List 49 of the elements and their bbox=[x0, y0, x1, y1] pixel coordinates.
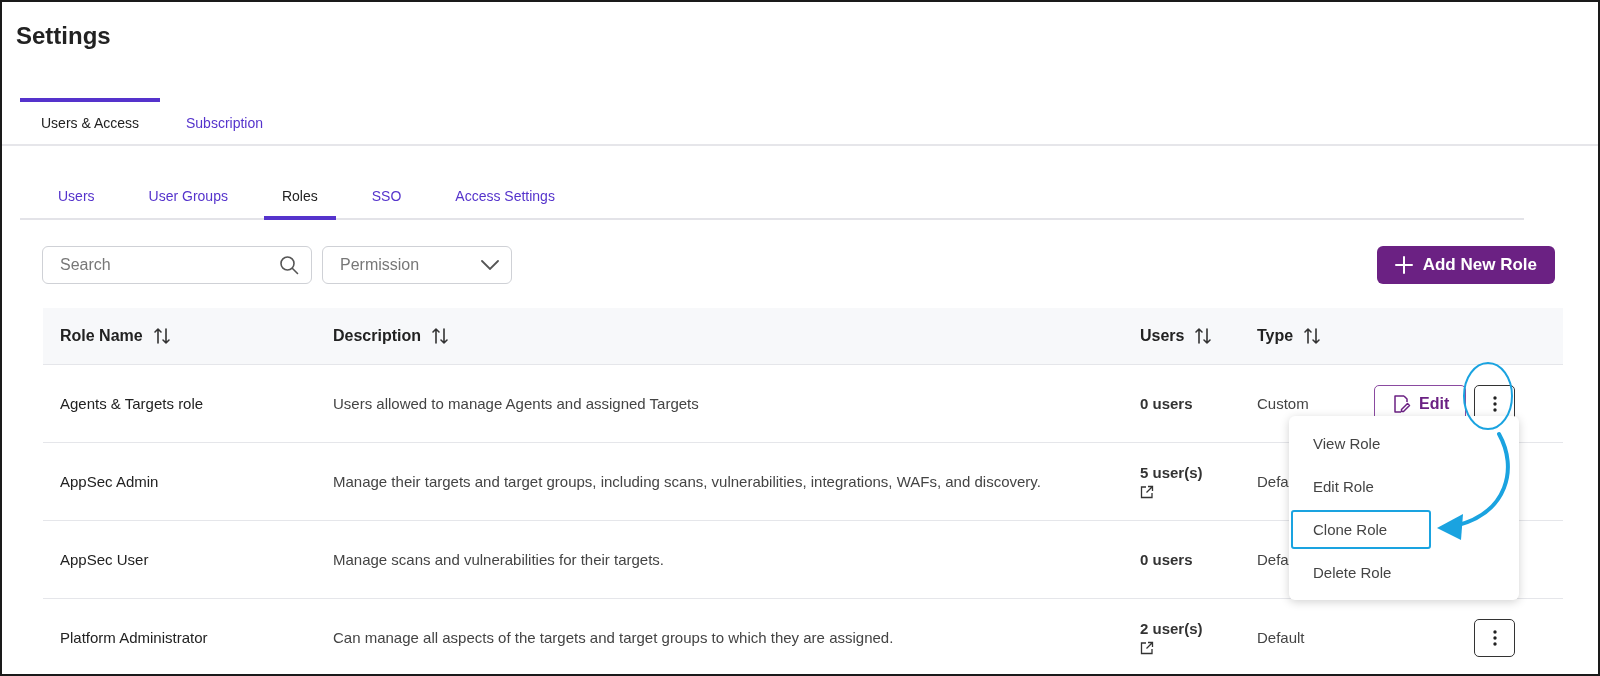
external-link-icon[interactable] bbox=[1140, 485, 1154, 499]
page-title: Settings bbox=[16, 22, 111, 50]
external-link-icon[interactable] bbox=[1140, 641, 1154, 655]
edit-document-icon bbox=[1391, 393, 1411, 414]
add-new-role-button[interactable]: Add New Role bbox=[1376, 246, 1555, 284]
tab[interactable]: Users & Access bbox=[20, 98, 160, 144]
sort-icon[interactable] bbox=[1303, 327, 1322, 345]
table-cell-text: Manage their targets and target groups, including scans, vulnerabilities, integrations, WAFs, and discovery. bbox=[333, 471, 1041, 492]
table-cell-text: Manage scans and vulnerabilities for their targets. bbox=[333, 549, 664, 570]
menu-item[interactable]: View Role bbox=[1291, 424, 1431, 463]
sort-icon[interactable] bbox=[1194, 327, 1213, 345]
plus-icon bbox=[1394, 256, 1413, 274]
chevron-down-icon bbox=[481, 260, 499, 270]
menu-item[interactable]: Delete Role bbox=[1291, 553, 1431, 592]
table-cell: Platform Administrator bbox=[60, 629, 208, 646]
table-cell: Custom bbox=[1257, 395, 1309, 412]
column-header: Type bbox=[1257, 327, 1294, 345]
table-cell: Defa bbox=[1257, 551, 1289, 568]
sub-tab[interactable]: User Groups bbox=[130, 176, 246, 220]
highlight-ellipse bbox=[1463, 362, 1513, 430]
table-cell: AppSec Admin bbox=[60, 473, 159, 490]
column-header: Users bbox=[1140, 327, 1185, 345]
more-options-button[interactable] bbox=[1474, 618, 1516, 657]
column-header: Description bbox=[333, 327, 421, 345]
menu-item[interactable]: Clone Role bbox=[1291, 510, 1431, 549]
table-cell: 5 user(s) bbox=[1140, 464, 1203, 481]
sub-tab[interactable]: Roles bbox=[263, 176, 336, 220]
table-cell: 2 user(s) bbox=[1140, 620, 1203, 637]
table-cell: Defa bbox=[1257, 473, 1289, 490]
table-cell: 0 users bbox=[1140, 395, 1193, 412]
table-cell-text: Can manage all aspects of the targets and target groups to which they are assigned. bbox=[333, 627, 894, 648]
sort-icon[interactable] bbox=[431, 327, 449, 345]
search-field[interactable]: Search bbox=[42, 246, 312, 284]
table-cell-text: Users allowed to manage Agents and assigned Targets bbox=[333, 393, 699, 414]
search-icon bbox=[279, 255, 299, 275]
tab[interactable]: Subscription bbox=[168, 98, 282, 144]
vertical-dots-icon bbox=[1492, 395, 1497, 412]
sub-tab[interactable]: SSO bbox=[353, 176, 420, 220]
table-cell: Default bbox=[1257, 629, 1305, 646]
sort-icon[interactable] bbox=[152, 327, 171, 345]
vertical-dots-icon bbox=[1492, 629, 1497, 646]
menu-item[interactable]: Edit Role bbox=[1291, 467, 1431, 506]
sub-tab[interactable]: Users bbox=[40, 176, 113, 220]
table-cell: Agents & Targets role bbox=[60, 395, 204, 412]
table-cell: AppSec User bbox=[60, 551, 149, 568]
table-cell: 0 users bbox=[1140, 551, 1193, 568]
column-header: Role Name bbox=[60, 327, 143, 345]
sub-tab[interactable]: Access Settings bbox=[437, 176, 573, 220]
permission-dropdown[interactable]: Permission bbox=[322, 246, 512, 284]
